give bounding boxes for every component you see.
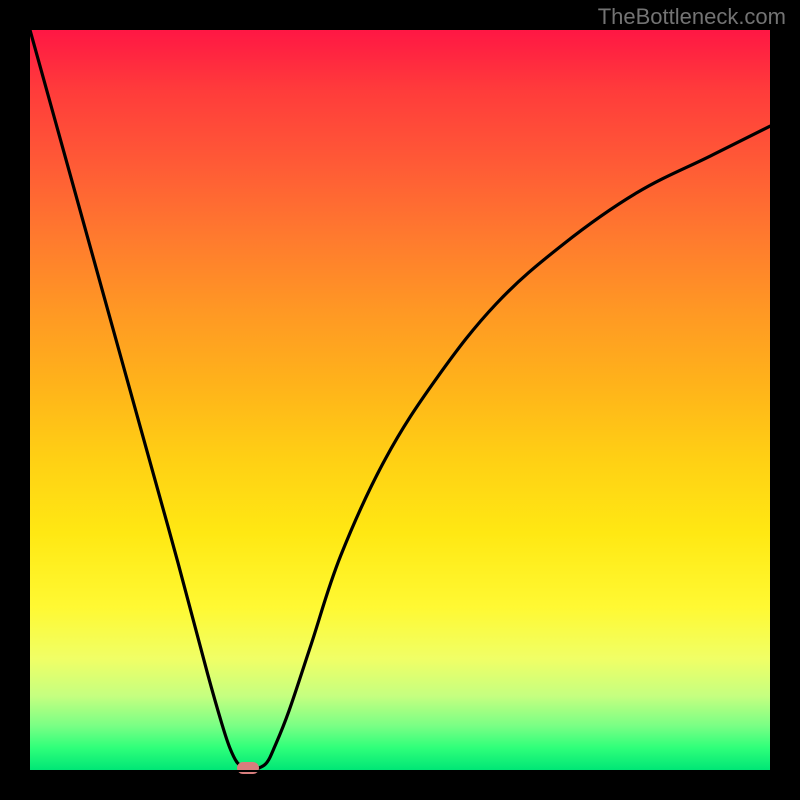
watermark-text: TheBottleneck.com (598, 4, 786, 30)
chart-canvas (30, 30, 770, 770)
x-axis-line (30, 770, 770, 772)
bottleneck-curve (30, 30, 770, 770)
